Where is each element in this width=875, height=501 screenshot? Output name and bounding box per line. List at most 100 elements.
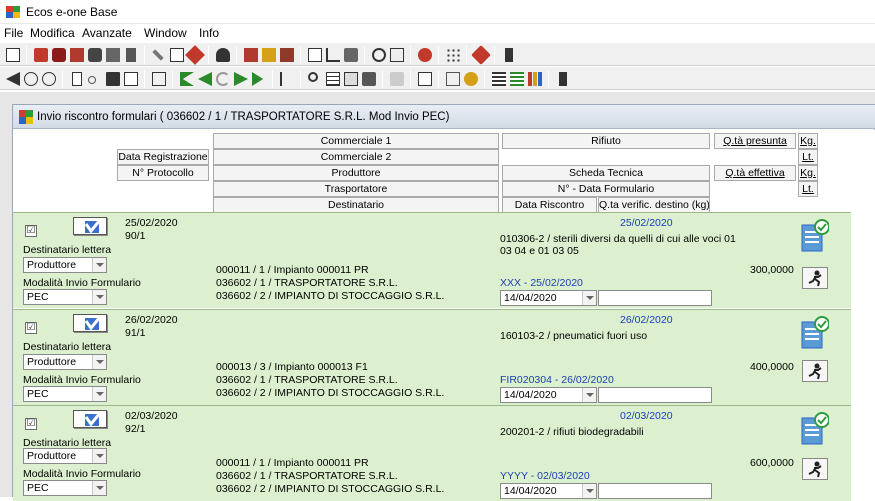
col-produttore[interactable]: Produttore: [213, 165, 499, 181]
col-kg-1[interactable]: Kg.: [798, 133, 818, 149]
truck-red-icon[interactable]: [50, 46, 68, 64]
search-icon[interactable]: [306, 70, 324, 88]
truck-icon[interactable]: [32, 46, 50, 64]
back-icon[interactable]: [4, 70, 22, 88]
table-icon[interactable]: [342, 70, 360, 88]
menu-info[interactable]: Info: [199, 26, 219, 40]
undo-icon[interactable]: [214, 70, 232, 88]
col-n-data-formulario[interactable]: N° - Data Formulario: [502, 181, 710, 197]
destinatario-lettera-select[interactable]: Produttore: [23, 448, 107, 464]
chevron-down-icon[interactable]: [582, 484, 596, 498]
pump-icon[interactable]: [104, 46, 122, 64]
new-doc-icon[interactable]: [68, 70, 86, 88]
chevron-down-icon[interactable]: [92, 387, 106, 401]
chevron-down-icon[interactable]: [92, 355, 106, 369]
modalita-invio-select[interactable]: PEC: [23, 480, 107, 496]
next-record-icon[interactable]: [232, 70, 250, 88]
print-icon[interactable]: [360, 70, 378, 88]
prev-record-icon[interactable]: [196, 70, 214, 88]
col-data-registrazione[interactable]: Data Registrazione: [117, 149, 209, 165]
col-kg-2[interactable]: Kg.: [798, 165, 818, 181]
col-trasportatore[interactable]: Trasportatore: [213, 181, 499, 197]
list2-icon[interactable]: [508, 70, 526, 88]
letter-button[interactable]: [73, 217, 107, 235]
eraser-tool-icon[interactable]: [471, 45, 491, 65]
col-n-protocollo[interactable]: N° Protocollo: [117, 165, 209, 181]
letter-button[interactable]: [73, 314, 107, 332]
link-icon[interactable]: [370, 46, 388, 64]
data-riscontro-field[interactable]: 14/04/2020: [500, 387, 597, 403]
car-icon[interactable]: [86, 46, 104, 64]
save-icon[interactable]: [104, 70, 122, 88]
record-formulario[interactable]: XXX - 25/02/2020: [500, 277, 583, 289]
document-check-icon[interactable]: [799, 412, 829, 446]
chevron-down-icon[interactable]: [92, 290, 106, 304]
folder-icon[interactable]: [388, 70, 406, 88]
menu-avanzate[interactable]: Avanzate: [82, 26, 132, 40]
runner-icon[interactable]: [802, 360, 828, 382]
col-qta-effettiva[interactable]: Q.tà effettiva: [714, 165, 796, 181]
list-icon[interactable]: [490, 70, 508, 88]
record-checkbox[interactable]: ☑: [25, 225, 37, 237]
blank-doc-icon[interactable]: [416, 70, 434, 88]
copy-icon[interactable]: [122, 70, 140, 88]
chevron-down-icon[interactable]: [582, 388, 596, 402]
col-commerciale-2[interactable]: Commerciale 2: [213, 149, 499, 165]
chevron-down-icon[interactable]: [92, 449, 106, 463]
runner-icon[interactable]: [802, 267, 828, 289]
clipboard-icon[interactable]: [388, 46, 406, 64]
col-rifiuto[interactable]: Rifiuto: [502, 133, 710, 149]
help-icon[interactable]: [40, 70, 58, 88]
col-data-riscontro[interactable]: Data Riscontro: [502, 197, 597, 213]
chevron-down-icon[interactable]: [92, 481, 106, 495]
grid-icon[interactable]: [444, 46, 462, 64]
vehicle-icon[interactable]: [68, 46, 86, 64]
record-row[interactable]: ☑ 02/03/2020 92/1 Destinatario lettera P…: [13, 405, 851, 501]
col-scheda-tecnica[interactable]: Scheda Tecnica: [502, 165, 710, 181]
col-qta-verific[interactable]: Q.ta verific. destino (kg): [598, 197, 710, 213]
record-checkbox[interactable]: ☑: [25, 418, 37, 430]
document-check-icon[interactable]: [799, 316, 829, 350]
tools-icon[interactable]: [150, 46, 168, 64]
menu-window[interactable]: Window: [144, 26, 187, 40]
user-icon[interactable]: [416, 46, 434, 64]
destinatario-lettera-select[interactable]: Produttore: [23, 257, 107, 273]
window-icon[interactable]: [4, 46, 22, 64]
building-icon[interactable]: [242, 46, 260, 64]
qta-verific-input[interactable]: [598, 387, 712, 403]
window-small-icon[interactable]: [444, 70, 462, 88]
qta-verific-input[interactable]: [598, 290, 712, 306]
building3-icon[interactable]: [278, 46, 296, 64]
record-formulario[interactable]: FIR020304 - 26/02/2020: [500, 374, 614, 386]
printer-icon[interactable]: [342, 46, 360, 64]
calendar-icon[interactable]: [306, 46, 324, 64]
letter-button[interactable]: [73, 410, 107, 428]
bar-chart-icon[interactable]: [526, 70, 544, 88]
menu-modifica[interactable]: Modifica: [30, 26, 75, 40]
modalita-invio-select[interactable]: PEC: [23, 289, 107, 305]
sort-icon[interactable]: [278, 70, 296, 88]
eraser-icon[interactable]: [185, 45, 205, 65]
menu-file[interactable]: File: [4, 26, 23, 40]
person-icon[interactable]: [214, 46, 232, 64]
col-qta-presunta[interactable]: Q.tà presunta: [714, 133, 796, 149]
columns-icon[interactable]: [150, 70, 168, 88]
trash-icon[interactable]: [122, 46, 140, 64]
first-record-icon[interactable]: [178, 70, 196, 88]
exit-icon[interactable]: [500, 46, 518, 64]
grid-view-icon[interactable]: [324, 70, 342, 88]
col-lt-2[interactable]: Lt.: [798, 181, 818, 197]
data-riscontro-field[interactable]: 14/04/2020: [500, 290, 597, 306]
checklist-icon[interactable]: [168, 46, 186, 64]
record-row[interactable]: ☑ 26/02/2020 91/1 Destinatario lettera P…: [13, 309, 851, 405]
search-doc-icon[interactable]: [22, 70, 40, 88]
person-tool-icon[interactable]: [462, 70, 480, 88]
col-commerciale-1[interactable]: Commerciale 1: [213, 133, 499, 149]
last-record-icon[interactable]: [250, 70, 268, 88]
col-destinatario[interactable]: Destinatario: [213, 197, 499, 213]
destinatario-lettera-select[interactable]: Produttore: [23, 354, 107, 370]
modalita-invio-select[interactable]: PEC: [23, 386, 107, 402]
record-row[interactable]: ☑ 25/02/2020 90/1 Destinatario lettera P…: [13, 212, 851, 308]
col-lt-1[interactable]: Lt.: [798, 149, 818, 165]
runner-icon[interactable]: [802, 458, 828, 480]
